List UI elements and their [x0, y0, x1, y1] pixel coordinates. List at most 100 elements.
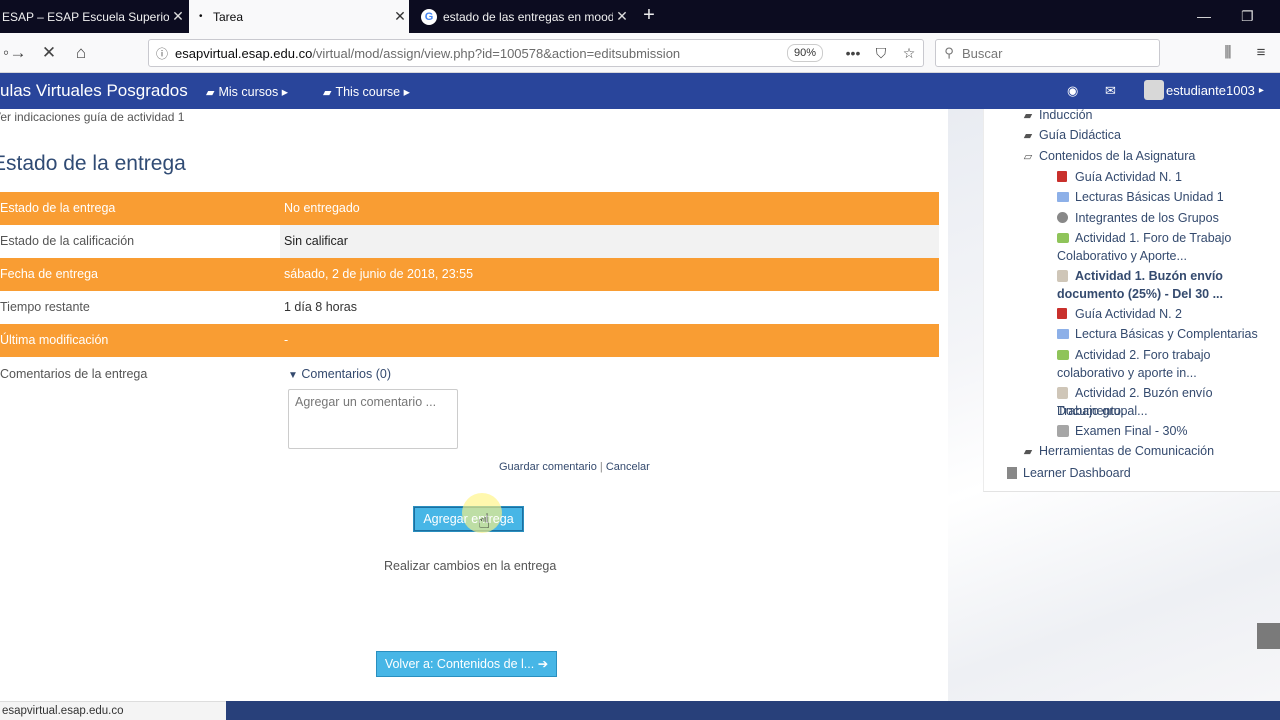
minimize-icon[interactable]: — — [1197, 8, 1211, 24]
nav-item[interactable]: ▰ Herramientas de Comunicación — [1021, 442, 1214, 461]
nav-item-continuation[interactable]: Colaborativo y Aporte... — [1057, 247, 1187, 265]
nav-item[interactable]: Lectura Básicas y Complentarias — [1057, 325, 1258, 343]
home-icon[interactable]: ⌂ — [69, 41, 93, 65]
url-text[interactable]: esapvirtual.esap.edu.co/virtual/mod/assi… — [175, 46, 787, 61]
comment-input[interactable] — [288, 389, 458, 449]
user-menu[interactable]: estudiante1003 ▸ — [1144, 80, 1264, 100]
tab-tarea[interactable]: • Tarea ✕ — [189, 0, 409, 33]
folder-icon — [1057, 329, 1069, 339]
search-icon: ⚲ — [944, 45, 954, 60]
table-row: Estado de la calificación Sin calificar — [0, 225, 939, 258]
nav-item-active[interactable]: Actividad 1. Buzón envío — [1057, 267, 1223, 285]
page-icon — [1007, 467, 1017, 479]
edit-hint-text: Realizar cambios en la entrega — [384, 559, 557, 573]
close-icon[interactable]: ✕ — [391, 8, 409, 25]
navigation-toolbar: ◦ → ✕ ⌂ ⓘ esapvirtual.esap.edu.co/virtua… — [0, 33, 1280, 73]
caret-right-icon: ▸ — [1258, 84, 1264, 96]
tab-label: ESAP – ESAP Escuela Superior de — [2, 9, 169, 24]
save-comment-link[interactable]: Guardar comentario — [499, 461, 597, 473]
hand-cursor-icon: ☝ — [478, 511, 491, 533]
menu-this-course[interactable]: ▰ This course ▸ — [323, 84, 410, 99]
nav-item[interactable]: Examen Final - 30% — [1057, 422, 1188, 440]
search-bar[interactable]: ⚲ — [935, 39, 1160, 67]
assignment-icon — [1057, 387, 1068, 399]
nav-item[interactable]: Actividad 2. Foro trabajo — [1057, 346, 1211, 364]
comment-actions: Guardar comentario | Cancelar — [499, 461, 650, 473]
nav-item-continuation[interactable]: colaborativo y aporte in... — [1057, 364, 1197, 382]
row-label: Tiempo restante — [0, 300, 90, 314]
row-value: Sin calificar — [280, 225, 939, 258]
status-bar: esapvirtual.esap.edu.co — [0, 701, 226, 720]
menu-mis-cursos[interactable]: ▰ Mis cursos ▸ — [206, 84, 288, 99]
nav-item-continuation[interactable]: Trabajo grupal... — [1057, 402, 1148, 420]
folder-icon: ▰ — [1023, 130, 1033, 142]
tab-label: estado de las entregas en mood — [443, 9, 613, 24]
tab-label: Tarea — [213, 9, 244, 24]
row-label: Última modificación — [0, 333, 109, 347]
sign-in-icon: ➔ — [537, 657, 549, 671]
nav-item[interactable]: Actividad 1. Foro de Trabajo — [1057, 229, 1231, 247]
menu-icon[interactable]: ≡ — [1249, 41, 1273, 65]
pocket-icon[interactable]: ⛉ — [867, 45, 895, 62]
library-icon[interactable]: ⫼ — [1216, 41, 1240, 65]
google-icon: G — [421, 8, 437, 25]
row-label: Estado de la calificación — [0, 234, 135, 248]
row-label: Comentarios de la entrega — [0, 367, 148, 381]
submission-status-table: Estado de la entrega No entregado Estado… — [0, 192, 939, 487]
group-icon — [1057, 212, 1068, 223]
message-icon[interactable]: ✉ — [1105, 83, 1116, 99]
tab-strip: ESAP – ESAP Escuela Superior de ✕ • Tare… — [0, 0, 1280, 33]
forum-icon — [1057, 350, 1069, 360]
row-label: Estado de la entrega — [0, 201, 116, 215]
new-tab-icon[interactable]: + — [638, 5, 660, 27]
loading-dot-icon: • — [199, 11, 203, 22]
briefcase-icon: ▰ — [206, 87, 215, 99]
row-value: 1 día 8 horas — [284, 300, 357, 314]
cancel-comment-link[interactable]: Cancelar — [606, 461, 650, 473]
nav-item[interactable]: Integrantes de los Grupos — [1057, 209, 1219, 227]
course-navigation-block: ▰ Inducción ▰ Guía Didáctica ▱ Contenidos d… — [983, 106, 1280, 492]
assignment-icon — [1057, 270, 1068, 282]
caret-right-icon: ▸ — [403, 85, 410, 99]
nav-item[interactable]: ▰ Inducción — [1021, 106, 1093, 125]
comments-toggle[interactable]: ▼ Comentarios (0) — [288, 367, 391, 381]
nav-item-continuation[interactable]: documento (25%) - Del 30 ... — [1057, 285, 1223, 303]
restore-icon[interactable]: ❐ — [1241, 8, 1254, 25]
tab-esap[interactable]: ESAP – ESAP Escuela Superior de ✕ — [0, 0, 187, 33]
forward-icon[interactable]: → — [6, 41, 30, 65]
row-value: No entregado — [284, 201, 360, 215]
nav-item[interactable]: ▰ Guía Didáctica — [1021, 126, 1121, 145]
url-bar[interactable]: ⓘ esapvirtual.esap.edu.co/virtual/mod/as… — [148, 39, 924, 67]
zoom-indicator[interactable]: 90% — [786, 44, 823, 62]
info-icon[interactable]: ⓘ — [149, 45, 175, 62]
close-icon[interactable]: ✕ — [613, 8, 631, 25]
nav-item[interactable]: Learner Dashboard — [1007, 464, 1131, 482]
close-icon[interactable]: ✕ — [169, 8, 187, 25]
nav-item[interactable]: Guía Actividad N. 1 — [1057, 168, 1182, 186]
table-row: Estado de la entrega No entregado — [0, 192, 939, 225]
site-title[interactable]: ulas Virtuales Posgrados — [0, 81, 188, 101]
nav-item[interactable]: ▱ Contenidos de la Asignatura — [1021, 147, 1196, 166]
table-row: Fecha de entrega sábado, 2 de junio de 2… — [0, 258, 939, 291]
stop-icon[interactable]: ✕ — [37, 41, 61, 65]
site-header: ulas Virtuales Posgrados ▰ Mis cursos ▸ ▰… — [0, 73, 1280, 109]
scroll-to-top-button[interactable] — [1257, 623, 1280, 649]
folder-icon: ▰ — [1023, 110, 1033, 122]
page-title: Estado de la entrega — [0, 152, 186, 175]
tab-google-search[interactable]: G estado de las entregas en mood ✕ — [411, 0, 631, 33]
page-actions-icon[interactable]: ••• — [839, 45, 867, 61]
bookmark-star-icon[interactable]: ☆ — [895, 45, 923, 62]
search-input[interactable] — [962, 45, 1152, 61]
caret-down-icon: ▼ — [288, 370, 298, 381]
notification-icon[interactable]: ◉ — [1067, 83, 1078, 99]
nav-item[interactable]: Lecturas Básicas Unidad 1 — [1057, 188, 1224, 206]
book-icon: ▰ — [323, 87, 332, 99]
forum-icon — [1057, 233, 1069, 243]
main-content: Ver indicaciones guía de actividad 1 Est… — [0, 109, 948, 682]
row-value: sábado, 2 de junio de 2018, 23:55 — [284, 267, 474, 281]
nav-item[interactable]: Guía Actividad N. 2 — [1057, 305, 1182, 323]
back-to-contents-button[interactable]: Volver a: Contenidos de l... ➔ — [376, 651, 557, 677]
pdf-icon — [1057, 171, 1067, 182]
folder-icon — [1057, 192, 1069, 202]
activity-link[interactable]: Ver indicaciones guía de actividad 1 — [0, 110, 184, 124]
